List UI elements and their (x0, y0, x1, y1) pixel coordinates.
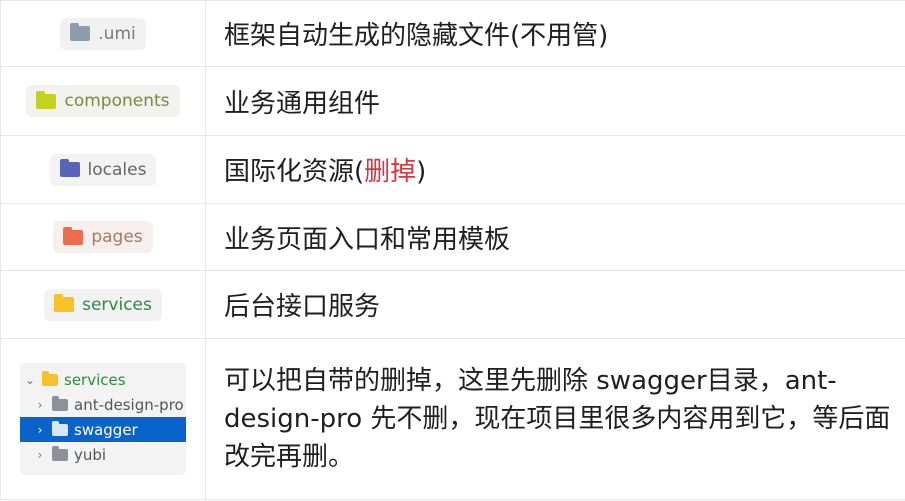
folder-icon (52, 420, 68, 436)
table-row: ⌄ services › ant-design-pro › swagger › (0, 338, 905, 500)
file-tree: ⌄ services › ant-design-pro › swagger › (20, 363, 186, 475)
folder-name: services (82, 294, 152, 315)
folder-chip: pages (53, 221, 153, 253)
tree-root-services[interactable]: ⌄ services (20, 367, 186, 392)
description-cell: 可以把自带的删掉，这里先删除 swagger目录，ant-design-pro … (205, 338, 905, 500)
translate-folder-icon (59, 159, 80, 177)
folder-icon (54, 294, 75, 312)
tree-item-yubi[interactable]: › yubi (20, 442, 186, 467)
tree-item-label: services (64, 370, 126, 389)
description-cell: 国际化资源(删掉) (205, 135, 905, 204)
description-text: 国际化资源( (224, 157, 365, 187)
table-row: services 后台接口服务 (0, 270, 905, 339)
folder-name: components (64, 91, 170, 111)
folder-name: .umi (98, 23, 136, 44)
folder-tree-cell: ⌄ services › ant-design-pro › swagger › (0, 338, 206, 500)
folder-cell: locales (0, 135, 206, 204)
description-cell: 后台接口服务 (205, 270, 905, 339)
tree-item-swagger[interactable]: › swagger (20, 417, 186, 442)
folder-cell: services (0, 270, 206, 339)
delete-highlight: 删掉 (364, 157, 417, 187)
chevron-right-icon: › (37, 397, 43, 412)
folder-cell: components (0, 66, 206, 136)
chevron-right-icon: › (37, 422, 43, 437)
folder-icon (70, 23, 91, 41)
description-cell: 业务通用组件 (205, 66, 905, 136)
tree-item-label: ant-design-pro (74, 395, 184, 414)
folder-icon (63, 226, 84, 245)
directory-table: .umi 框架自动生成的隐藏文件(不用管) components 业务通用组件 … (0, 0, 905, 500)
folder-cell: .umi (0, 0, 206, 67)
folder-icon (42, 370, 58, 386)
chevron-down-icon: ⌄ (24, 372, 36, 387)
folder-chip: services (44, 288, 162, 321)
folder-chip: .umi (60, 17, 146, 50)
chevron-right-icon: › (37, 447, 43, 462)
folder-cell: pages (0, 203, 206, 271)
table-row: components 业务通用组件 (0, 66, 905, 136)
description-cell: 框架自动生成的隐藏文件(不用管) (205, 0, 905, 67)
description-text: ) (416, 157, 427, 187)
table-row: .umi 框架自动生成的隐藏文件(不用管) (0, 0, 905, 67)
folder-icon (52, 395, 68, 411)
folder-icon (52, 445, 68, 461)
tree-item-label: swagger (74, 420, 138, 439)
description-cell: 业务页面入口和常用模板 (205, 203, 905, 271)
folder-name: pages (91, 227, 143, 247)
folder-chip: components (26, 85, 180, 117)
folder-name: locales (87, 159, 147, 180)
folder-icon (36, 90, 57, 109)
tree-item-ant-design-pro[interactable]: › ant-design-pro (20, 392, 186, 417)
table-row: locales 国际化资源(删掉) (0, 135, 905, 204)
table-row: pages 业务页面入口和常用模板 (0, 203, 905, 271)
tree-item-label: yubi (74, 445, 107, 464)
folder-chip: locales (49, 153, 157, 186)
